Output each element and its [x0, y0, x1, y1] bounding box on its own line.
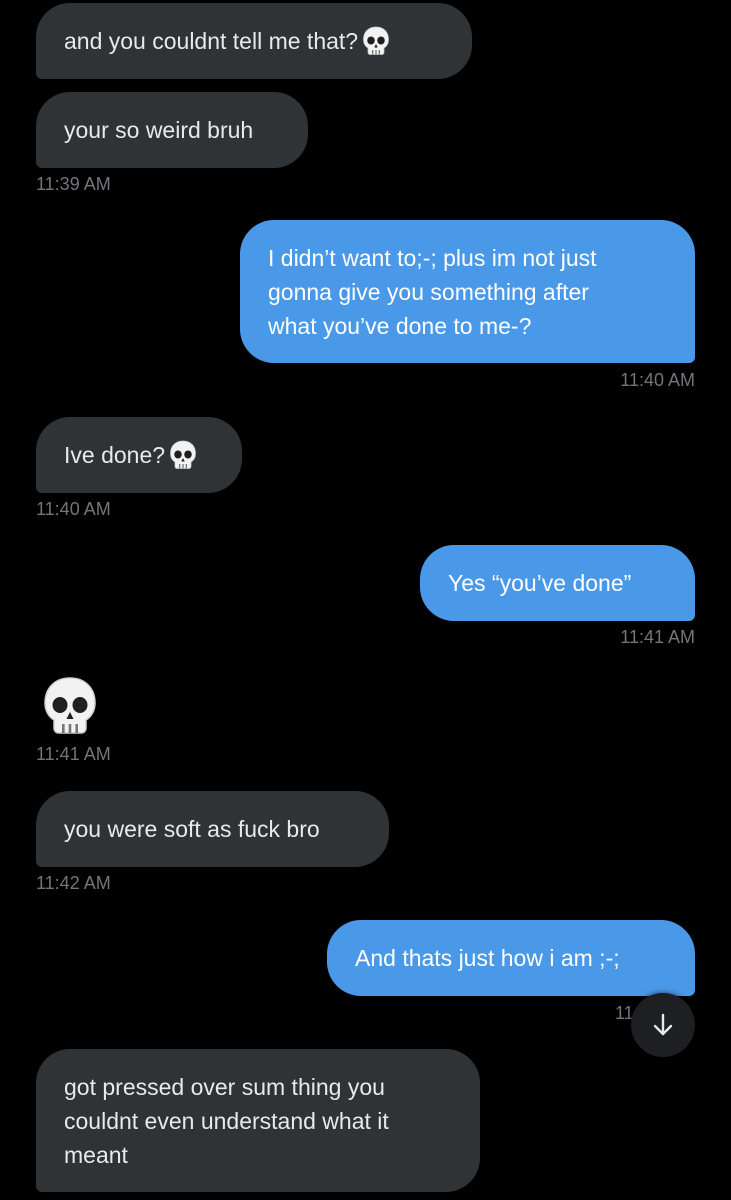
skull-icon [362, 26, 390, 56]
message-bubble-outgoing[interactable]: And thats just how i am ;-; [327, 920, 695, 996]
message-text-line: got pressed over sum thing you [64, 1073, 385, 1100]
message-text-line: couldnt even understand what it [64, 1107, 389, 1134]
arrow-down-icon [653, 1013, 673, 1036]
message-bubble-incoming[interactable]: your so weird bruh [36, 92, 308, 168]
message-timestamp: 11:39 AM [36, 174, 111, 194]
message-bubble-incoming[interactable]: Ive done? [36, 417, 242, 493]
message-timestamp: 11:40 AM [620, 370, 695, 390]
chat-thread: and you couldnt tell me that? your so we… [0, 0, 731, 1200]
message-text: Ive done? [64, 442, 166, 468]
message-text: you were soft as fuck bro [64, 816, 320, 842]
message-text-line: meant [64, 1141, 128, 1168]
skull-icon [169, 440, 197, 470]
message-text: and you couldnt tell me that? [64, 28, 359, 54]
skull-icon[interactable] [42, 676, 98, 736]
message-timestamp: 11:42 AM [36, 873, 111, 893]
message-bubble-incoming[interactable]: got pressed over sum thing you couldnt e… [36, 1049, 480, 1192]
message-timestamp: 11:40 AM [36, 499, 111, 519]
scroll-to-bottom-button[interactable] [631, 993, 695, 1057]
message-bubble-outgoing[interactable]: Yes “you’ve done” [420, 545, 695, 621]
message-bubble-incoming[interactable]: you were soft as fuck bro [36, 791, 389, 867]
message-text-line: what you’ve done to me-? [268, 312, 532, 339]
message-text: your so weird bruh [64, 117, 254, 143]
message-text-line: gonna give you something after [268, 278, 589, 305]
message-timestamp: 11:41 AM [620, 627, 695, 647]
message-text: Yes “you’ve done” [448, 570, 632, 596]
message-text-line: I didn’t want to;-; plus im not just [268, 244, 597, 271]
message-bubble-outgoing[interactable]: I didn’t want to;-; plus im not just gon… [240, 220, 695, 363]
message-text: And thats just how i am ;-; [355, 945, 620, 971]
message-bubble-incoming[interactable]: and you couldnt tell me that? [36, 3, 472, 79]
message-timestamp: 11:41 AM [36, 744, 111, 764]
